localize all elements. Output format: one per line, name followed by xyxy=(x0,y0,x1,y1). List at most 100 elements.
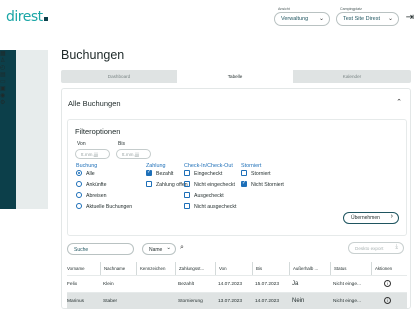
dashboard-grid-icon[interactable]: ▦ xyxy=(0,50,16,57)
radio-label: Abreisen xyxy=(86,193,107,199)
checkin-filter-heading: Check-In/Check-Out xyxy=(184,163,233,169)
cell-payment-status: Bezahlt xyxy=(178,282,194,287)
user-icon[interactable]: ♙ xyxy=(0,57,16,64)
checkbox-icon xyxy=(146,181,152,187)
column-header[interactable]: Status xyxy=(330,262,371,275)
campsite-select[interactable]: Test Site Direst ⌄ xyxy=(336,12,399,26)
cell-actions: i xyxy=(384,293,407,309)
cell-from: 13.07.2023 xyxy=(218,299,243,304)
from-date-placeholder: tt.mm.jjjj xyxy=(81,151,98,157)
radio-label: Aktuelle Buchungen xyxy=(86,204,133,210)
checkbox-icon xyxy=(184,181,190,187)
column-header[interactable]: Außerhalb ... xyxy=(289,262,330,275)
view-caption: Ansicht xyxy=(278,7,290,11)
column-header[interactable]: Nachname xyxy=(100,262,136,275)
radio-icon xyxy=(76,192,82,198)
checkbox-checked-in[interactable]: Eingecheckt xyxy=(184,170,222,179)
checkbox-not-checked-in[interactable]: Nicht eingecheckt xyxy=(184,181,235,190)
to-label: Bis xyxy=(118,141,125,147)
checkbox-checked-out[interactable]: Ausgecheckt xyxy=(184,192,224,201)
view-select[interactable]: Verwaltung ⌄ xyxy=(274,12,330,26)
radio-label: Ankünfte xyxy=(86,182,107,188)
circle-icon[interactable]: ◉ xyxy=(0,92,16,99)
radio-departures[interactable]: Abreisen xyxy=(76,192,106,201)
cell-to: 14.07.2023 xyxy=(255,299,280,304)
cancelled-filter-heading: Storniert xyxy=(241,163,262,169)
column-header[interactable]: Aktionen xyxy=(371,262,407,275)
logo-dot xyxy=(43,17,48,21)
column-header[interactable]: Von xyxy=(215,262,252,275)
panel-title: Alle Buchungen xyxy=(68,99,121,108)
export-button[interactable]: Deskto export ⤓ xyxy=(348,242,404,254)
checkbox-label: Nicht eingecheckt xyxy=(194,182,235,188)
search-input[interactable]: Suche xyxy=(67,243,134,255)
radio-selected-icon xyxy=(76,170,82,176)
column-header[interactable]: Bis xyxy=(252,262,289,275)
cell-payment-status: Stornierung xyxy=(178,299,203,304)
radio-current[interactable]: Aktuelle Buchungen xyxy=(76,203,132,212)
from-label: Von xyxy=(77,141,86,147)
column-header[interactable]: Vorname xyxy=(67,262,100,275)
checkbox-paid[interactable]: Bezahlt xyxy=(146,168,174,179)
cell-status: Nicht einge... xyxy=(333,299,361,304)
cell-outside: Nein xyxy=(292,298,305,304)
campsite-select-value: Test Site Direst xyxy=(343,16,380,22)
tab-dashboard[interactable]: Dashboard xyxy=(61,70,177,83)
app-logo[interactable]: direst xyxy=(6,9,48,25)
from-date-input[interactable]: tt.mm.jjjj xyxy=(75,149,110,159)
checkbox-icon xyxy=(184,203,190,209)
cell-plate xyxy=(139,293,175,309)
checkbox-not-checked-out[interactable]: Nicht ausgecheckt xyxy=(184,203,236,212)
gear-icon[interactable]: ⚙ xyxy=(0,99,16,106)
campsite-caption: Campingplatz xyxy=(340,7,362,11)
checkbox-icon xyxy=(184,170,190,176)
radio-arrivals[interactable]: Ankünfte xyxy=(76,181,106,190)
filter-box: Filteroptionen Von Bis tt.mm.jjjj tt.mm.… xyxy=(67,119,407,236)
view-select-value: Verwaltung xyxy=(281,16,309,22)
checkbox-payment-open[interactable]: Zahlung offen xyxy=(146,181,188,190)
apply-button[interactable]: Übernehmen › xyxy=(343,212,399,224)
to-date-input[interactable]: tt.mm.jjjj xyxy=(116,149,151,159)
checkbox-not-cancelled[interactable]: Nicht Storniert xyxy=(241,179,284,190)
checkbox-label: Zahlung offen xyxy=(156,182,188,188)
info-icon[interactable]: i xyxy=(384,280,391,288)
checkbox-label: Bezahlt xyxy=(156,171,174,177)
logo-text: direst xyxy=(6,9,43,25)
chevron-up-icon[interactable]: ⌃ xyxy=(396,98,402,106)
column-header[interactable]: Zahlungsst... xyxy=(175,262,215,275)
search-icon[interactable]: ⌕ xyxy=(180,244,184,252)
cell-status: Nicht einge... xyxy=(333,282,361,287)
view-tabs: Dashboard Tabelle Kalender xyxy=(61,70,411,83)
radio-label: Alle xyxy=(86,171,95,177)
sidebar-panel xyxy=(16,50,48,209)
search-placeholder: Suche xyxy=(74,246,89,253)
checkbox-checked-icon xyxy=(146,168,152,177)
tab-calendar[interactable]: Kalender xyxy=(293,70,411,83)
checkbox-label: Ausgecheckt xyxy=(194,193,224,199)
sidebar: ▦ ♙ ◴ ▤ ▭ ▣ ◉ ⚙ xyxy=(0,50,16,209)
page-title: Buchungen xyxy=(61,48,125,62)
to-date-placeholder: tt.mm.jjjj xyxy=(122,151,139,157)
table-row[interactable]: Felix Klein Bezahlt 14.07.2023 15.07.202… xyxy=(67,276,407,293)
document-icon[interactable]: ▤ xyxy=(0,71,16,78)
column-header[interactable]: Kennzeichen xyxy=(136,262,175,275)
radio-all[interactable]: Alle xyxy=(76,170,95,179)
cell-last-name: Staber xyxy=(103,299,118,304)
clock-icon[interactable]: ◴ xyxy=(0,64,16,71)
table-row[interactable]: Marinus Staber Stornierung 13.07.2023 14… xyxy=(67,293,407,309)
cell-to: 15.07.2023 xyxy=(255,282,280,287)
chevron-down-icon: ⌄ xyxy=(318,16,324,22)
calendar-icon[interactable]: ▣ xyxy=(0,85,16,92)
cell-outside: Ja xyxy=(292,281,299,287)
search-field-select[interactable]: Name ⌄ xyxy=(142,243,176,255)
cell-first-name: Felix xyxy=(67,282,78,287)
checkbox-cancelled[interactable]: Storniert xyxy=(241,170,271,179)
logout-icon[interactable]: ⇥ xyxy=(406,12,414,23)
tab-table[interactable]: Tabelle xyxy=(177,70,293,83)
chevron-right-icon: › xyxy=(390,213,393,220)
booking-filter-heading: Buchung xyxy=(76,163,98,169)
card-icon[interactable]: ▭ xyxy=(0,78,16,85)
filter-title: Filteroptionen xyxy=(75,127,121,136)
info-icon[interactable]: i xyxy=(384,297,391,305)
top-header: direst Ansicht Verwaltung ⌄ Campingplatz… xyxy=(0,0,416,34)
